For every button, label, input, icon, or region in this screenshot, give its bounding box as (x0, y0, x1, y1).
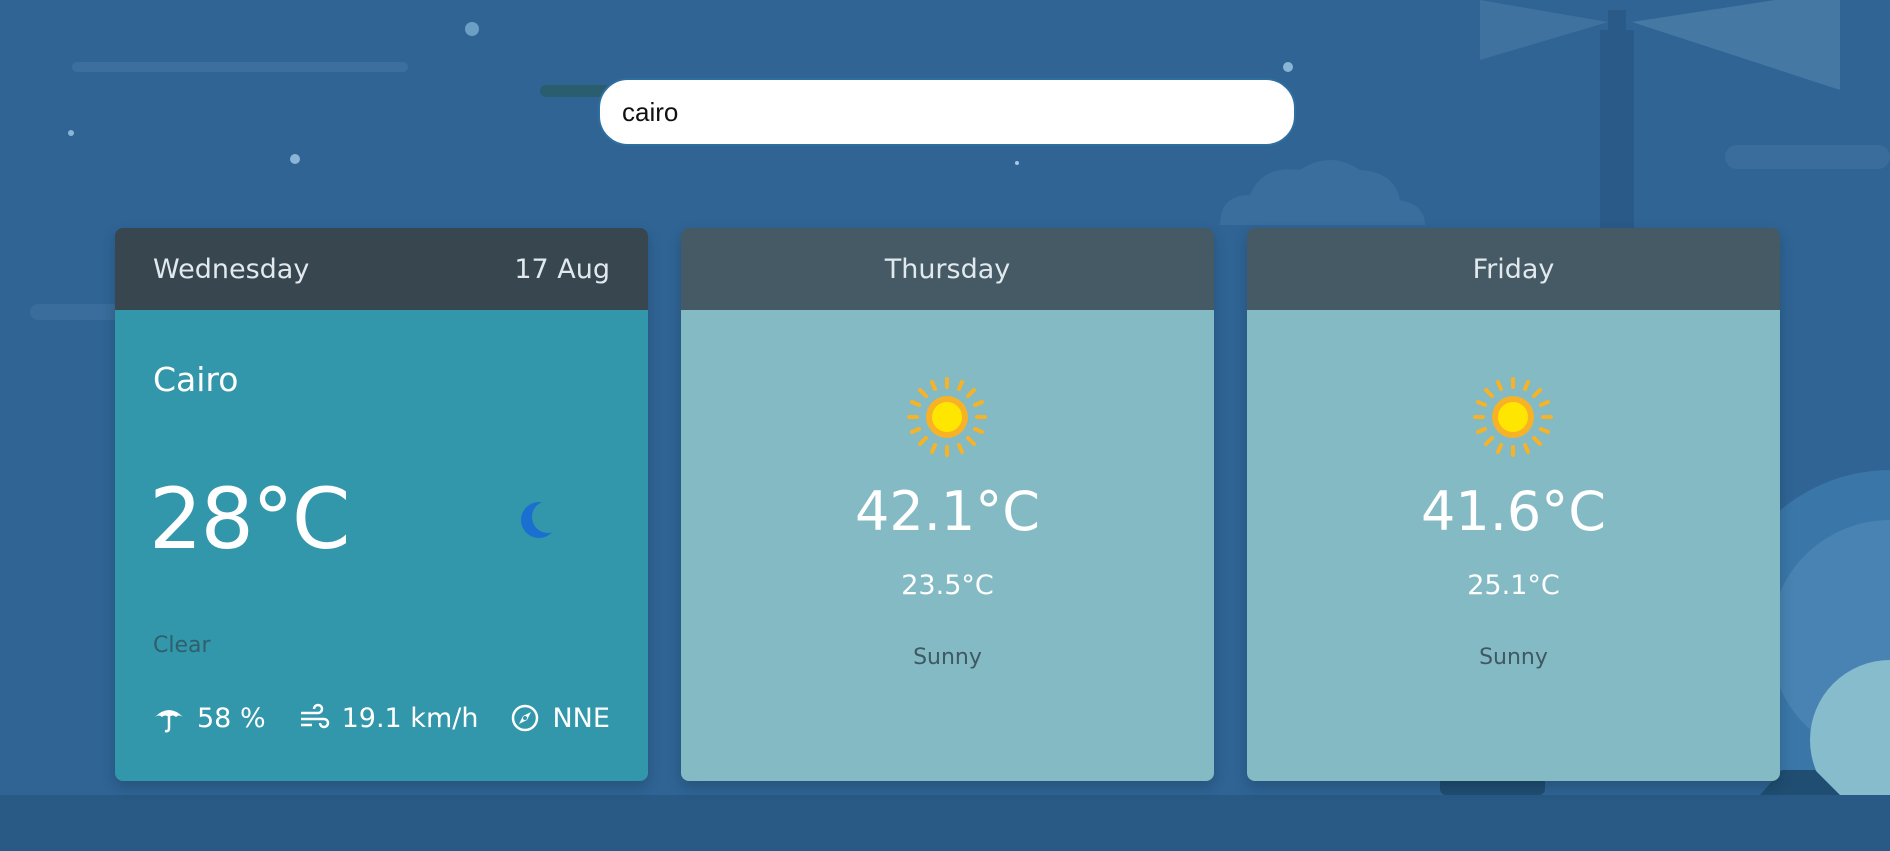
forecast-card-header: Thursday (681, 228, 1214, 310)
forecast-day: Thursday (884, 253, 1011, 285)
search-box[interactable] (598, 78, 1296, 146)
humidity-stat: 58 % (153, 702, 266, 734)
forecast-card-body: 42.1°C 23.5°C Sunny (681, 310, 1214, 781)
today-card: Wednesday 17 Aug Cairo 28°C Clear 58 % 1… (115, 228, 648, 781)
city-name: Cairo (153, 360, 239, 399)
forecast-condition: Sunny (913, 645, 982, 670)
forecast-card-friday: Friday 41.6°C 25.1°C Sunny (1247, 228, 1780, 781)
wind-direction-value: NNE (552, 702, 610, 734)
sun-icon (1473, 377, 1553, 457)
forecast-condition: Sunny (1479, 645, 1548, 670)
search-input[interactable] (622, 96, 1294, 128)
humidity-value: 58 % (197, 702, 266, 734)
forecast-day: Friday (1472, 253, 1555, 285)
forecast-max-temp: 41.6°C (1421, 480, 1606, 543)
forecast-card-thursday: Thursday 42.1°C 23.5°C Sunny (681, 228, 1214, 781)
wind-speed-value: 19.1 km/h (341, 702, 479, 734)
today-day: Wednesday (153, 253, 310, 285)
compass-icon (512, 704, 539, 732)
wind-direction-stat: NNE (510, 702, 610, 734)
today-card-header: Wednesday 17 Aug (115, 228, 648, 310)
forecast-min-temp: 25.1°C (1467, 570, 1560, 601)
moon-icon (521, 501, 564, 538)
umbrella-icon (155, 710, 183, 733)
current-temperature: 28°C (149, 470, 351, 568)
forecast-card-header: Friday (1247, 228, 1780, 310)
today-date: 17 Aug (514, 253, 610, 285)
forecast-min-temp: 23.5°C (901, 570, 994, 601)
current-condition: Clear (153, 633, 211, 658)
forecast-card-body: 41.6°C 25.1°C Sunny (1247, 310, 1780, 781)
weather-stats: 58 % 19.1 km/h NNE (153, 702, 642, 734)
wind-speed-stat: 19.1 km/h (298, 702, 479, 734)
ground-strip (0, 795, 1890, 851)
wind-icon (300, 703, 329, 729)
sun-icon (907, 377, 987, 457)
today-card-body: Cairo 28°C Clear 58 % 19.1 km/h NNE (115, 310, 648, 781)
forecast-max-temp: 42.1°C (855, 480, 1040, 543)
